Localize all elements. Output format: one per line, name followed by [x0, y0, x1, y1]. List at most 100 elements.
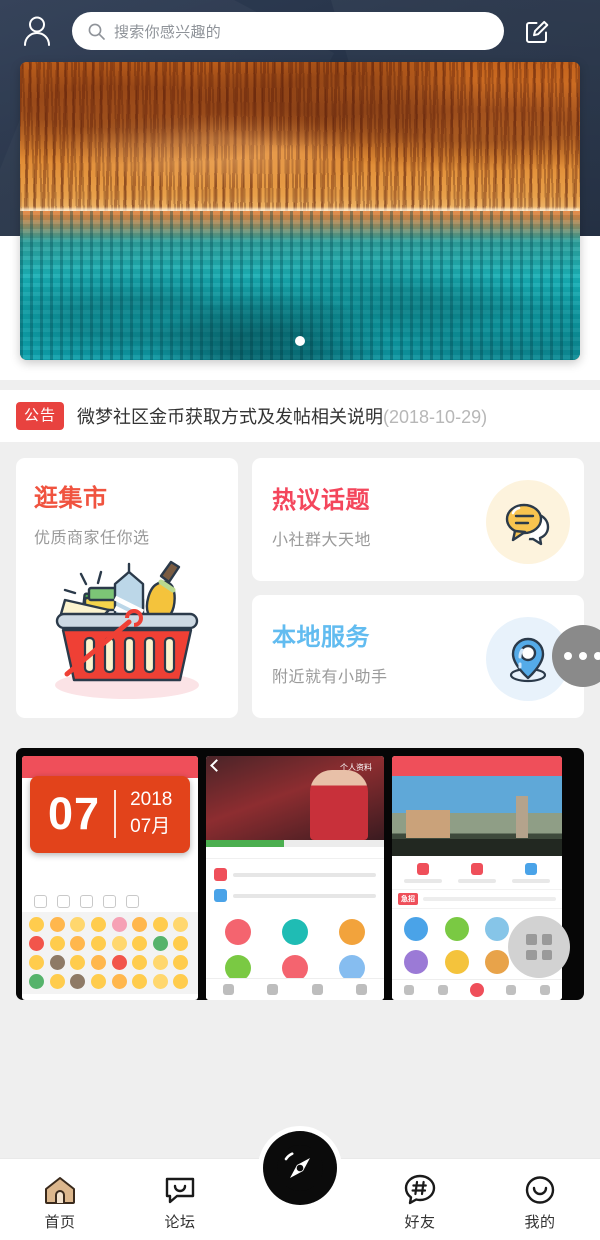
- grid-square: [526, 934, 537, 945]
- thumb-tower: [516, 796, 528, 838]
- thumb-progress-bar: [206, 840, 384, 847]
- dot: [594, 652, 600, 660]
- card-text-block: 本地服务 附近就有小助手: [272, 617, 486, 687]
- grid-icon-item: [403, 917, 428, 941]
- thumb-hero-caption: [392, 839, 562, 856]
- search-icon: [88, 23, 105, 40]
- card-local-service[interactable]: 本地服务 附近就有小助手: [252, 595, 584, 718]
- card-title: 逛集市: [34, 485, 108, 512]
- shortcut-label: [404, 879, 442, 883]
- home-icon: [43, 1169, 77, 1205]
- shortcut-icon: [471, 863, 483, 875]
- banner-dot[interactable]: [295, 336, 305, 346]
- row-text: [233, 872, 376, 877]
- shortcut-icon: [417, 863, 429, 875]
- emoji: [70, 936, 86, 951]
- grid-icon-item: [225, 919, 252, 945]
- grid-square: [541, 934, 552, 945]
- tab-home[interactable]: 首页: [0, 1169, 120, 1232]
- card-subtitle: 附近就有小助手: [272, 669, 388, 686]
- tab-friends[interactable]: 好友: [360, 1169, 480, 1232]
- dot: [579, 652, 587, 660]
- emoji: [152, 955, 168, 970]
- tool-icon: [126, 894, 139, 908]
- emoji: [173, 936, 189, 951]
- forum-icon: [164, 1169, 196, 1205]
- row-text: [233, 893, 376, 898]
- date-separator: [114, 789, 117, 838]
- emoji: [152, 974, 168, 989]
- cards-right-column: 热议话题 小社群大天地 本地服务 附近就有小助手: [252, 458, 584, 718]
- announcement-date: (2018-10-29): [383, 407, 488, 427]
- emoji: [49, 917, 65, 932]
- chat-bubbles-icon: [486, 480, 570, 564]
- emoji: [173, 974, 189, 989]
- app-root: 搜索你感兴趣的 公告 微梦社区金币获取方式及发帖相关说明(2018-10-29)…: [0, 0, 600, 1240]
- emoji: [29, 974, 44, 989]
- search-input[interactable]: 搜索你感兴趣的: [72, 12, 504, 50]
- announcement-bar[interactable]: 公告 微梦社区金币获取方式及发帖相关说明(2018-10-29): [0, 390, 600, 442]
- banner-slide[interactable]: [20, 62, 580, 360]
- emoji: [49, 974, 65, 989]
- banner-page-indicator[interactable]: [20, 336, 580, 346]
- emoji: [90, 955, 106, 970]
- progress-fill: [206, 840, 285, 847]
- tool-icon: [103, 894, 116, 908]
- emoji: [132, 917, 148, 932]
- grid-square: [526, 949, 537, 960]
- emoji: [70, 974, 86, 989]
- notice-badge: 急招: [398, 893, 418, 905]
- emoji: [70, 917, 86, 932]
- emoji: [173, 955, 189, 970]
- card-text-block: 热议话题 小社群大天地: [272, 480, 486, 550]
- emoji: [49, 936, 65, 951]
- thumb-list-item: [214, 864, 376, 885]
- compose-edit-icon[interactable]: [518, 12, 556, 50]
- thumb-tabbar: [392, 979, 562, 1000]
- user-avatar-icon[interactable]: [16, 10, 58, 52]
- thumb-tab: [340, 979, 385, 1000]
- tab-forum[interactable]: 论坛: [120, 1169, 240, 1232]
- tab-label: 首页: [44, 1214, 76, 1231]
- emoji: [152, 917, 168, 932]
- emoji: [173, 917, 189, 932]
- thumb-appbar: [392, 756, 562, 776]
- thumbnail-profile-page[interactable]: 个人资料: [206, 756, 384, 1000]
- grid-icon[interactable]: [508, 916, 570, 978]
- emoji: [132, 955, 148, 970]
- shortcut-label: [512, 879, 550, 883]
- banner-forest-region: [20, 62, 580, 214]
- emoji: [70, 955, 86, 970]
- shopping-basket-icon: [34, 554, 220, 704]
- emoji: [29, 955, 44, 970]
- tab-profile[interactable]: 我的: [480, 1169, 600, 1232]
- announcement-text[interactable]: 微梦社区金币获取方式及发帖相关说明(2018-10-29): [77, 403, 487, 429]
- thumb-tab-add: [460, 983, 494, 997]
- shortcut: [450, 863, 504, 883]
- thumb-tab: [251, 979, 296, 1000]
- emoji: [111, 955, 127, 970]
- emoji: [90, 917, 106, 932]
- thumb-hero: 个人资料: [206, 756, 384, 840]
- card-topics[interactable]: 热议话题 小社群大天地: [252, 458, 584, 581]
- banner-carousel[interactable]: [20, 62, 580, 360]
- tab-label: 好友: [404, 1214, 436, 1231]
- feed-section: 个人资料 急招 07 2018 07月: [0, 718, 600, 1000]
- date-month: 07月: [130, 815, 171, 837]
- grid-icon-item: [485, 950, 510, 974]
- announcement-title: 微梦社区金币获取方式及发帖相关说明: [77, 407, 384, 427]
- thumb-tab: [426, 985, 460, 995]
- emoji: [111, 917, 127, 932]
- top-bar: 搜索你感兴趣的: [0, 0, 600, 62]
- emoji: [132, 974, 148, 989]
- thumb-tab: [528, 985, 562, 995]
- emoji: [132, 936, 148, 951]
- card-title: 本地服务: [272, 624, 370, 651]
- thumb-tabbar: [206, 978, 384, 1000]
- card-market[interactable]: 逛集市 优质商家任你选: [16, 458, 238, 718]
- feature-cards-section: 逛集市 优质商家任你选 热议话题 小社群大天地 本地服务 附近就有小助手: [0, 442, 600, 718]
- feed-post-card[interactable]: 个人资料 急招 07 2018 07月: [16, 748, 584, 1000]
- compass-icon[interactable]: [263, 1131, 337, 1205]
- thumb-list-item: [214, 885, 376, 906]
- shortcut: [504, 863, 558, 883]
